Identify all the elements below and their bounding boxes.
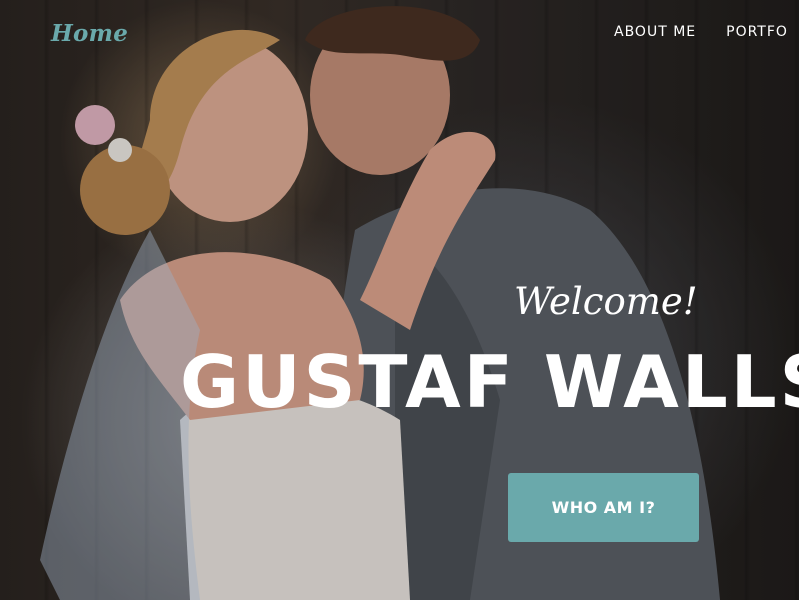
- nav-home-link[interactable]: Home: [51, 20, 128, 47]
- nav-about-link[interactable]: ABOUT ME: [614, 24, 696, 40]
- main-nav: ABOUT ME PORTFO: [614, 24, 788, 40]
- who-am-i-button[interactable]: WHO AM I?: [508, 473, 699, 542]
- hero-name-title: GUSTAF WALLST: [180, 340, 799, 424]
- hero-section: Home ABOUT ME PORTFO Welcome! GUSTAF WAL…: [0, 0, 799, 600]
- nav-portfolio-link[interactable]: PORTFO: [726, 24, 788, 40]
- welcome-heading: Welcome!: [514, 280, 698, 323]
